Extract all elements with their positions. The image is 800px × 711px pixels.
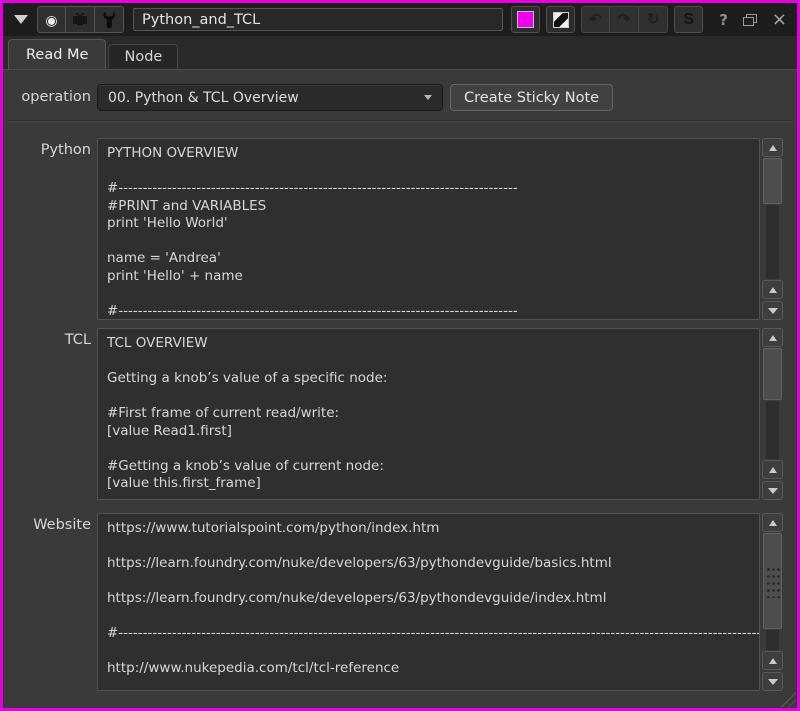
- center-node-icon: ◉: [45, 13, 57, 27]
- monitor-button[interactable]: [66, 6, 95, 33]
- scroll-up-button[interactable]: [762, 138, 783, 157]
- website-text: https://www.tutorialspoint.com/python/in…: [98, 514, 759, 684]
- scrollbar-track[interactable]: [766, 630, 779, 650]
- scroll-down-button[interactable]: [762, 301, 783, 320]
- scrollbar-track[interactable]: [766, 401, 779, 459]
- arrow-up-icon: [769, 145, 777, 151]
- tab-node[interactable]: Node: [108, 44, 178, 69]
- redo-icon: ↷: [618, 12, 631, 27]
- revert-icon: ↻: [647, 12, 660, 27]
- python-label: Python: [3, 142, 91, 158]
- scroll-up-button[interactable]: [762, 460, 783, 479]
- scroll-down-button[interactable]: [762, 672, 783, 691]
- arrow-down-icon: [768, 308, 778, 314]
- revert-button[interactable]: ↻: [639, 6, 668, 33]
- scrollbar-track[interactable]: [766, 205, 779, 279]
- scroll-up-button[interactable]: [762, 651, 783, 670]
- tcl-scrollbar: [762, 328, 783, 500]
- arrow-up-icon: [769, 658, 777, 664]
- scroll-down-button[interactable]: [762, 481, 783, 500]
- arrow-up-icon: [769, 335, 777, 341]
- undo-icon: ↶: [589, 12, 602, 27]
- titlebar: ◉: [3, 3, 797, 36]
- operation-dropdown-value: 00. Python & TCL Overview: [108, 90, 299, 106]
- python-textarea[interactable]: PYTHON OVERVIEW #-----------------------…: [97, 138, 760, 320]
- scrollbar-thumb[interactable]: [763, 533, 782, 629]
- help-button[interactable]: ?: [719, 11, 728, 29]
- monitor-icon: [72, 13, 88, 26]
- python-scrollbar: [762, 138, 783, 320]
- arrow-up-icon: [769, 287, 777, 293]
- scroll-up-button[interactable]: [762, 328, 783, 347]
- arrow-down-icon: [768, 488, 778, 494]
- scroll-up-button[interactable]: [762, 513, 783, 532]
- undo-button[interactable]: ↶: [581, 6, 610, 33]
- tab-read-me[interactable]: Read Me: [8, 39, 106, 69]
- chevron-down-icon: [424, 95, 432, 100]
- node-name-input[interactable]: [133, 8, 503, 31]
- website-scrollbar: [762, 513, 783, 691]
- script-button[interactable]: S: [674, 6, 703, 33]
- operation-dropdown[interactable]: 00. Python & TCL Overview: [97, 84, 443, 111]
- script-icon: S: [683, 11, 694, 29]
- titlebar-right-buttons: ↶ ↷ ↻ S ? ×: [505, 6, 789, 33]
- arrow-down-icon: [768, 679, 778, 685]
- tab-bar: Read Me Node: [3, 36, 797, 69]
- scrollbar-thumb[interactable]: [763, 158, 782, 204]
- tcl-text: TCL OVERVIEW Getting a knob’s value of a…: [98, 329, 759, 499]
- arrow-up-icon: [769, 520, 777, 526]
- node-color-button[interactable]: [511, 6, 540, 33]
- grip-dots-icon: [765, 564, 780, 598]
- section-divider: [7, 120, 793, 122]
- redo-button[interactable]: ↷: [610, 6, 639, 33]
- node-properties-window: ◉: [0, 0, 800, 711]
- arrow-up-icon: [769, 467, 777, 473]
- node-color-swatch-icon: [517, 11, 534, 28]
- tcl-label: TCL: [3, 332, 91, 348]
- titlebar-left-button-group: ◉: [37, 6, 124, 33]
- center-node-button[interactable]: ◉: [37, 6, 66, 33]
- float-window-icon[interactable]: [743, 14, 757, 26]
- tcl-textarea[interactable]: TCL OVERVIEW Getting a knob’s value of a…: [97, 328, 760, 500]
- python-text: PYTHON OVERVIEW #-----------------------…: [98, 139, 759, 320]
- create-sticky-note-button[interactable]: Create Sticky Note: [450, 84, 613, 111]
- website-label: Website: [3, 517, 91, 533]
- wrench-button[interactable]: [95, 6, 124, 33]
- context-menu-arrow-icon: [14, 15, 28, 24]
- wrench-icon: [102, 11, 117, 29]
- panel-content: operation 00. Python & TCL Overview Crea…: [3, 69, 797, 708]
- operation-label: operation: [3, 84, 91, 111]
- scrollbar-thumb[interactable]: [763, 348, 782, 400]
- history-button-group: ↶ ↷ ↻: [581, 6, 668, 33]
- close-button[interactable]: ×: [772, 11, 787, 29]
- context-menu-button[interactable]: [11, 15, 31, 24]
- website-textarea[interactable]: https://www.tutorialspoint.com/python/in…: [97, 513, 760, 691]
- scroll-up-button[interactable]: [762, 280, 783, 299]
- color-picker-icon: [553, 12, 569, 28]
- color-picker-button[interactable]: [546, 6, 575, 33]
